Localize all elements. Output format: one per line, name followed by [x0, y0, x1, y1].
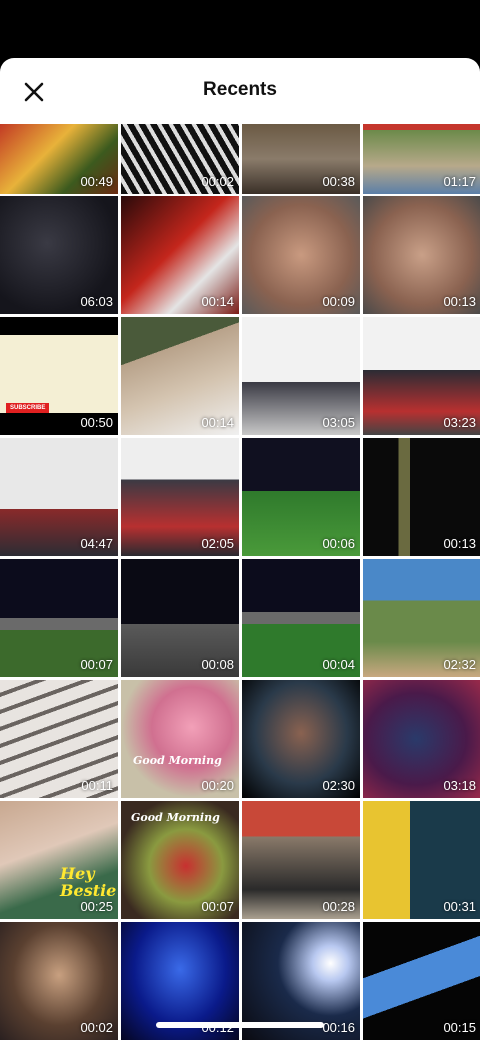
video-thumbnail[interactable]: 00:49 — [0, 124, 118, 194]
video-duration: 00:49 — [80, 174, 113, 189]
video-thumbnail[interactable]: 00:02 — [0, 922, 118, 1040]
video-thumbnail[interactable]: Hey Bestie 00:25 — [0, 801, 118, 919]
video-duration: 00:02 — [80, 1020, 113, 1035]
video-thumbnail[interactable]: Good Morning 00:07 — [121, 801, 239, 919]
video-duration: 00:13 — [443, 294, 476, 309]
home-indicator[interactable] — [156, 1022, 324, 1028]
video-thumbnail[interactable]: 02:32 — [363, 559, 480, 677]
video-thumbnail[interactable]: 00:13 — [363, 196, 480, 314]
video-thumbnail[interactable]: 00:15 — [363, 922, 480, 1040]
video-duration: 02:30 — [322, 778, 355, 793]
video-duration: 06:03 — [80, 294, 113, 309]
video-duration: 00:14 — [201, 415, 234, 430]
video-duration: 00:38 — [322, 174, 355, 189]
video-duration: 00:07 — [80, 657, 113, 672]
video-thumbnail[interactable]: 00:02 — [121, 124, 239, 194]
video-duration: 00:25 — [80, 899, 113, 914]
hey-bestie-text: Hey Bestie — [60, 864, 117, 900]
video-duration: 00:13 — [443, 536, 476, 551]
video-duration: 03:18 — [443, 778, 476, 793]
good-morning-text: Good Morning — [133, 754, 222, 767]
video-duration: 00:14 — [201, 294, 234, 309]
good-morning-text: Good Morning — [131, 811, 220, 824]
video-duration: 00:15 — [443, 1020, 476, 1035]
video-duration: 04:47 — [80, 536, 113, 551]
video-thumbnail[interactable]: 00:09 — [242, 196, 360, 314]
subscribe-badge: SUBSCRIBE — [6, 403, 50, 413]
video-duration: 00:31 — [443, 899, 476, 914]
video-duration: 00:16 — [322, 1020, 355, 1035]
video-duration: 02:32 — [443, 657, 476, 672]
video-thumbnail[interactable]: 00:38 — [242, 124, 360, 194]
video-thumbnail[interactable]: 01:17 — [363, 124, 480, 194]
video-duration: 00:08 — [201, 657, 234, 672]
video-thumbnail[interactable]: 03:18 — [363, 680, 480, 798]
video-duration: 02:05 — [201, 536, 234, 551]
video-duration: 00:04 — [322, 657, 355, 672]
video-thumbnail[interactable]: Good Morning 00:20 — [121, 680, 239, 798]
media-picker-sheet: Recents 00:49 00:02 00:38 01:17 06:03 00… — [0, 58, 480, 1040]
page-title: Recents — [203, 79, 277, 100]
video-duration: 00:06 — [322, 536, 355, 551]
picker-header: Recents — [0, 58, 480, 124]
video-thumbnail[interactable]: 06:03 — [0, 196, 118, 314]
video-duration: 01:17 — [443, 174, 476, 189]
video-thumbnail[interactable]: 00:14 — [121, 317, 239, 435]
video-thumbnail[interactable]: 00:13 — [363, 438, 480, 556]
video-thumbnail[interactable]: 00:28 — [242, 801, 360, 919]
video-duration: 00:02 — [201, 174, 234, 189]
video-thumbnail[interactable]: 04:47 — [0, 438, 118, 556]
video-thumbnail[interactable]: 00:14 — [121, 196, 239, 314]
video-duration: 00:20 — [201, 778, 234, 793]
video-thumbnail[interactable]: 00:06 — [242, 438, 360, 556]
video-thumbnail[interactable]: 00:11 — [0, 680, 118, 798]
video-thumbnail[interactable]: 00:31 — [363, 801, 480, 919]
video-duration: 03:23 — [443, 415, 476, 430]
video-duration: 00:28 — [322, 899, 355, 914]
video-duration: 03:05 — [322, 415, 355, 430]
video-duration: 00:09 — [322, 294, 355, 309]
video-thumbnail[interactable]: 02:05 — [121, 438, 239, 556]
video-thumbnail[interactable]: 02:30 — [242, 680, 360, 798]
video-thumbnail[interactable]: 03:05 — [242, 317, 360, 435]
video-thumbnail[interactable]: 00:07 — [0, 559, 118, 677]
video-thumbnail[interactable]: 00:04 — [242, 559, 360, 677]
video-duration: 00:11 — [81, 778, 113, 793]
video-thumbnail[interactable]: 00:08 — [121, 559, 239, 677]
video-thumbnail[interactable]: 03:23 — [363, 317, 480, 435]
video-duration: 00:50 — [80, 415, 113, 430]
video-duration: 00:07 — [201, 899, 234, 914]
video-thumbnail[interactable]: SUBSCRIBE 00:50 — [0, 317, 118, 435]
